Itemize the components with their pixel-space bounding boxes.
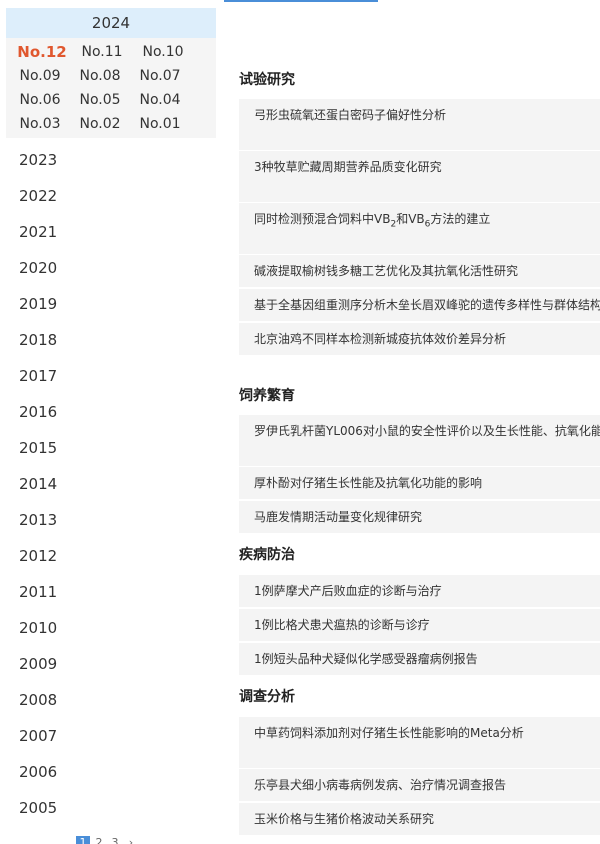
- article-link[interactable]: 3种牧草贮藏周期营养品质变化研究: [239, 151, 600, 202]
- section-title-disease: 疾病防治: [239, 547, 295, 563]
- year-item[interactable]: 2015: [0, 430, 222, 466]
- section-title-survey: 调查分析: [239, 689, 295, 705]
- article-link[interactable]: 厚朴酚对仔猪生长性能及抗氧化功能的影响: [239, 467, 600, 499]
- issue-link[interactable]: No.08: [70, 66, 130, 86]
- article-link[interactable]: 1例萨摩犬产后败血症的诊断与治疗: [239, 575, 600, 607]
- year-item[interactable]: 2013: [0, 502, 222, 538]
- issue-link[interactable]: No.01: [130, 114, 190, 134]
- year-item[interactable]: 2022: [0, 178, 222, 214]
- issue-link[interactable]: No.09: [10, 66, 70, 86]
- year-item[interactable]: 2019: [0, 286, 222, 322]
- year-pagination: 1 2 3 ›: [76, 836, 138, 844]
- issue-link[interactable]: No.04: [130, 90, 190, 110]
- article-link[interactable]: 马鹿发情期活动量变化规律研究: [239, 501, 600, 533]
- issue-grid: No.12 No.11 No.10 No.09 No.08 No.07 No.0…: [6, 38, 216, 138]
- article-link[interactable]: 1例比格犬患犬瘟热的诊断与诊疗: [239, 609, 600, 641]
- year-sidebar: 2024 No.12 No.11 No.10 No.09 No.08 No.07…: [0, 0, 222, 844]
- year-item[interactable]: 2016: [0, 394, 222, 430]
- active-tab-indicator: [224, 0, 378, 2]
- year-item[interactable]: 2011: [0, 574, 222, 610]
- next-page-icon[interactable]: ›: [124, 836, 138, 844]
- year-item[interactable]: 2007: [0, 718, 222, 754]
- issue-link[interactable]: No.11: [72, 42, 132, 62]
- article-link[interactable]: 弓形虫硫氧还蛋白密码子偏好性分析: [239, 99, 600, 150]
- table-of-contents: 试验研究 弓形虫硫氧还蛋白密码子偏好性分析 3种牧草贮藏周期营养品质变化研究 同…: [222, 0, 600, 844]
- section-title-experimental: 试验研究: [239, 72, 295, 88]
- issue-link[interactable]: No.12: [12, 42, 72, 62]
- article-link[interactable]: 1例短头品种犬疑似化学感受器瘤病例报告: [239, 643, 600, 675]
- year-item[interactable]: 2017: [0, 358, 222, 394]
- issue-link[interactable]: No.07: [130, 66, 190, 86]
- page-button-3[interactable]: 3: [108, 836, 122, 844]
- article-link[interactable]: 北京油鸡不同样本检测新城疫抗体效价差异分析: [239, 323, 600, 355]
- article-link[interactable]: 基于全基因组重测序分析木垒长眉双峰驼的遗传多样性与群体结构: [239, 289, 600, 321]
- article-link[interactable]: 中草药饲料添加剂对仔猪生长性能影响的Meta分析: [239, 717, 600, 768]
- page-button-2[interactable]: 2: [92, 836, 106, 844]
- article-link[interactable]: 碱液提取榆树钱多糖工艺优化及其抗氧化活性研究: [239, 255, 600, 287]
- year-item[interactable]: 2008: [0, 682, 222, 718]
- year-item[interactable]: 2012: [0, 538, 222, 574]
- expanded-year-panel: 2024 No.12 No.11 No.10 No.09 No.08 No.07…: [6, 8, 216, 138]
- article-link[interactable]: 乐亭县犬细小病毒病例发病、治疗情况调查报告: [239, 769, 600, 801]
- year-item[interactable]: 2021: [0, 214, 222, 250]
- article-link[interactable]: 同时检测预混合饲料中VB2和VB6方法的建立: [239, 203, 600, 254]
- year-item[interactable]: 2020: [0, 250, 222, 286]
- page-button-1[interactable]: 1: [76, 836, 90, 844]
- year-2024-header[interactable]: 2024: [6, 8, 216, 38]
- issue-link[interactable]: No.05: [70, 90, 130, 110]
- year-item[interactable]: 2009: [0, 646, 222, 682]
- year-item[interactable]: 2006: [0, 754, 222, 790]
- issue-link[interactable]: No.03: [10, 114, 70, 134]
- issue-link[interactable]: No.10: [133, 42, 193, 62]
- issue-link[interactable]: No.06: [10, 90, 70, 110]
- year-item[interactable]: 2010: [0, 610, 222, 646]
- section-title-breeding: 饲养繁育: [239, 388, 295, 404]
- year-item[interactable]: 2023: [0, 142, 222, 178]
- article-title: 3种牧草贮藏周期营养品质变化研究: [254, 160, 442, 174]
- year-list: 2023 2022 2021 2020 2019 2018 2017 2016 …: [0, 142, 222, 826]
- journal-archive-page: 2024 No.12 No.11 No.10 No.09 No.08 No.07…: [0, 0, 600, 844]
- issue-link[interactable]: No.02: [70, 114, 130, 134]
- article-link[interactable]: 玉米价格与生猪价格波动关系研究: [239, 803, 600, 835]
- article-link[interactable]: 罗伊氏乳杆菌YL006对小鼠的安全性评价以及生长性能、抗氧化能力的影响: [239, 415, 600, 466]
- year-item[interactable]: 2018: [0, 322, 222, 358]
- year-item[interactable]: 2005: [0, 790, 222, 826]
- year-item[interactable]: 2014: [0, 466, 222, 502]
